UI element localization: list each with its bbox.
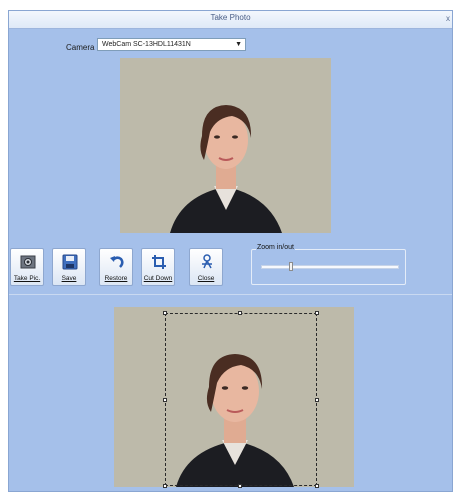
close-figure-icon	[202, 254, 212, 269]
crop-handle-bottom-right[interactable]	[315, 484, 319, 488]
save-button[interactable]: Save	[52, 248, 86, 286]
camera-selected-value: WebCam SC-13HDL11431N	[102, 41, 191, 48]
zoom-slider-track[interactable]	[261, 265, 399, 269]
crop-handle-right[interactable]	[315, 398, 319, 402]
take-photo-window: Take Photo x Camera WebCam SC-13HDL11431…	[8, 10, 453, 492]
window-close-button[interactable]: x	[446, 14, 450, 23]
undo-arrow-icon	[110, 256, 124, 268]
floppy-disk-icon	[62, 254, 78, 270]
title-bar: Take Photo x	[9, 11, 452, 29]
crop-handle-top-right[interactable]	[315, 311, 319, 315]
zoom-label: Zoom in/out	[256, 244, 295, 251]
crop-handle-bottom-left[interactable]	[163, 484, 167, 488]
take-pic-button[interactable]: Take Pic.	[10, 248, 44, 286]
section-divider	[9, 294, 452, 295]
crop-handle-top[interactable]	[238, 311, 242, 315]
cut-down-label: Cut Down	[143, 275, 173, 282]
crop-selection-box[interactable]	[163, 311, 319, 488]
save-label: Save	[61, 275, 77, 282]
camera-icon	[20, 255, 36, 269]
cut-down-button[interactable]: Cut Down	[141, 248, 175, 286]
close-label: Close	[197, 275, 215, 282]
zoom-group: Zoom in/out	[251, 244, 406, 285]
camera-select[interactable]: WebCam SC-13HDL11431N ▼	[97, 38, 246, 51]
close-button[interactable]: Close	[189, 248, 223, 286]
chevron-down-icon[interactable]: ▼	[235, 39, 242, 50]
restore-button[interactable]: Restore	[99, 248, 133, 286]
crop-icon	[152, 255, 166, 269]
crop-handle-bottom[interactable]	[238, 484, 242, 488]
window-title: Take Photo	[210, 13, 251, 22]
crop-handle-left[interactable]	[163, 398, 167, 402]
take-pic-label: Take Pic.	[13, 275, 41, 282]
portrait-image	[120, 58, 331, 233]
camera-label: Camera	[66, 43, 95, 52]
zoom-slider-thumb[interactable]	[289, 262, 294, 271]
webcam-preview	[120, 58, 331, 233]
restore-label: Restore	[104, 275, 128, 282]
crop-handle-top-left[interactable]	[163, 311, 167, 315]
